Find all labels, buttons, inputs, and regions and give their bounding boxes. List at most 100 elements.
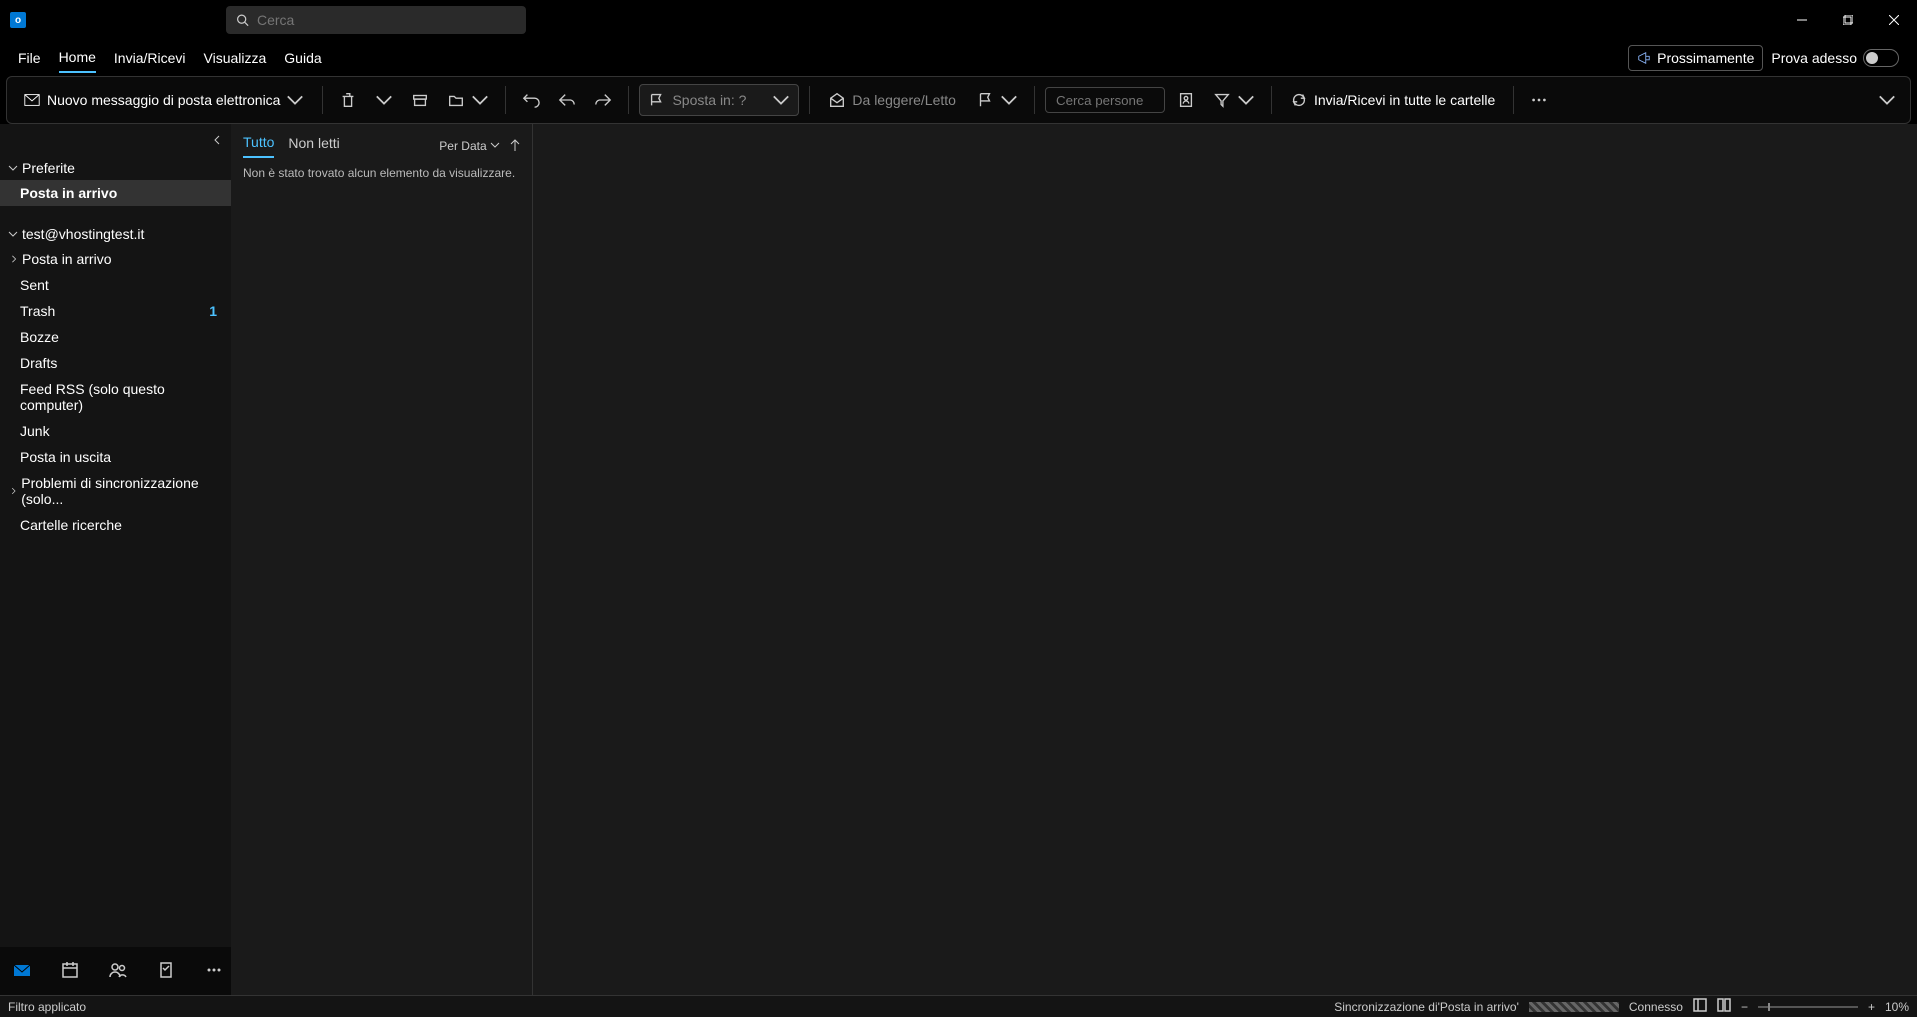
reading-pane: [533, 124, 1917, 995]
undo-icon: [522, 91, 540, 109]
undo-button[interactable]: [516, 85, 546, 115]
zoom-in-button[interactable]: +: [1868, 1000, 1875, 1014]
view-reading-button[interactable]: [1717, 998, 1731, 1015]
account-label: test@vhostingtest.it: [22, 226, 144, 242]
folder-item[interactable]: Bozze: [0, 324, 231, 350]
sync-progress: [1529, 1002, 1619, 1012]
layout-icon: [1693, 998, 1707, 1012]
folder-label: Posta in uscita: [20, 449, 111, 465]
sort-dropdown[interactable]: Per Data: [439, 139, 500, 153]
ellipsis-icon: [1530, 91, 1548, 109]
menu-file[interactable]: File: [18, 44, 41, 72]
folder-label: Cartelle ricerche: [20, 517, 122, 533]
mail-icon: [23, 91, 41, 109]
calendar-nav[interactable]: [60, 960, 80, 983]
read-unread-label: Da leggere/Letto: [852, 92, 956, 108]
zoom-level: 10%: [1885, 1000, 1909, 1014]
ribbon-expand-button[interactable]: [1872, 85, 1902, 115]
folder-item[interactable]: Sent: [0, 272, 231, 298]
global-search[interactable]: [226, 6, 526, 34]
menu-send-receive[interactable]: Invia/Ricevi: [114, 44, 186, 72]
sync-status: Sincronizzazione di'Posta in arrivo': [1334, 1000, 1519, 1014]
folder-label: Sent: [20, 277, 49, 293]
more-nav[interactable]: [204, 960, 224, 983]
folder-label: Junk: [20, 423, 50, 439]
folder-item[interactable]: Posta in uscita: [0, 444, 231, 470]
favorite-inbox[interactable]: Posta in arrivo: [0, 180, 231, 206]
separator: [1513, 86, 1514, 114]
filter-button[interactable]: [1207, 85, 1261, 115]
separator: [322, 86, 323, 114]
chevron-down-icon: [8, 163, 18, 173]
coming-soon-label: Prossimamente: [1657, 50, 1754, 66]
mail-nav[interactable]: [12, 960, 32, 983]
tasks-nav[interactable]: [156, 960, 176, 983]
tab-all[interactable]: Tutto: [243, 134, 274, 158]
forward-button[interactable]: [588, 85, 618, 115]
tasks-icon: [156, 960, 176, 980]
sort-direction-button[interactable]: [510, 139, 520, 154]
folder-item[interactable]: Posta in arrivo: [0, 246, 231, 272]
folder-label: Trash: [20, 303, 55, 319]
connection-status: Connesso: [1629, 1000, 1683, 1014]
titlebar: o: [0, 0, 1917, 40]
favorites-header[interactable]: Preferite: [0, 156, 231, 180]
try-now-toggle[interactable]: Prova adesso: [1771, 49, 1899, 67]
send-receive-all-label: Invia/Ricevi in tutte le cartelle: [1314, 92, 1495, 108]
minimize-button[interactable]: [1779, 0, 1825, 40]
menu-home[interactable]: Home: [59, 43, 96, 73]
forward-icon: [594, 91, 612, 109]
toggle-switch[interactable]: [1863, 49, 1899, 67]
folder-item[interactable]: Drafts: [0, 350, 231, 376]
separator: [809, 86, 810, 114]
filter-status: Filtro applicato: [8, 1000, 86, 1014]
folder-item[interactable]: Cartelle ricerche: [0, 512, 231, 538]
folder-item[interactable]: Trash 1: [0, 298, 231, 324]
delete-dropdown[interactable]: [369, 85, 399, 115]
delete-button[interactable]: [333, 85, 363, 115]
window-controls: [1779, 0, 1917, 40]
reply-button[interactable]: [552, 85, 582, 115]
move-to-dropdown[interactable]: Sposta in: ?: [639, 84, 799, 116]
folder-count: 1: [209, 303, 223, 319]
account-header[interactable]: test@vhostingtest.it: [0, 222, 231, 246]
search-icon: [236, 13, 249, 27]
folder-item[interactable]: Feed RSS (solo questo computer): [0, 376, 231, 418]
new-email-button[interactable]: Nuovo messaggio di posta elettronica: [15, 85, 312, 115]
address-book-button[interactable]: [1171, 85, 1201, 115]
folder-label: Posta in arrivo: [22, 251, 111, 267]
main-content: Preferite Posta in arrivo test@vhostingt…: [0, 124, 1917, 995]
folder-label: Posta in arrivo: [20, 185, 117, 201]
more-button[interactable]: [1524, 85, 1554, 115]
separator: [628, 86, 629, 114]
send-receive-all-button[interactable]: Invia/Ricevi in tutte le cartelle: [1282, 85, 1503, 115]
flag-button[interactable]: [970, 85, 1024, 115]
sort-label: Per Data: [439, 139, 486, 153]
search-people-field[interactable]: [1056, 93, 1146, 108]
search-input[interactable]: [257, 12, 516, 28]
collapse-sidebar-button[interactable]: [203, 124, 231, 156]
ribbon: Nuovo messaggio di posta elettronica Spo…: [6, 76, 1911, 124]
menubar: File Home Invia/Ricevi Visualizza Guida …: [0, 40, 1917, 76]
search-people-input[interactable]: [1045, 87, 1165, 113]
try-now-label: Prova adesso: [1771, 50, 1857, 66]
zoom-slider[interactable]: [1758, 1006, 1858, 1008]
close-button[interactable]: [1871, 0, 1917, 40]
menu-view[interactable]: Visualizza: [204, 44, 267, 72]
zoom-out-button[interactable]: −: [1741, 1000, 1748, 1014]
maximize-button[interactable]: [1825, 0, 1871, 40]
move-button[interactable]: [441, 85, 495, 115]
folder-item[interactable]: Junk: [0, 418, 231, 444]
coming-soon-button[interactable]: Prossimamente: [1628, 45, 1763, 71]
folder-item[interactable]: Problemi di sincronizzazione (solo...: [0, 470, 231, 512]
message-list: Tutto Non letti Per Data Non è stato tro…: [231, 124, 533, 995]
archive-button[interactable]: [405, 85, 435, 115]
outlook-icon: o: [10, 12, 26, 28]
menu-help[interactable]: Guida: [284, 44, 321, 72]
chevron-down-icon: [1237, 91, 1255, 109]
people-nav[interactable]: [108, 960, 128, 983]
tab-unread[interactable]: Non letti: [288, 135, 339, 157]
view-normal-button[interactable]: [1693, 998, 1707, 1015]
favorites-label: Preferite: [22, 160, 75, 176]
read-unread-button[interactable]: Da leggere/Letto: [820, 85, 964, 115]
